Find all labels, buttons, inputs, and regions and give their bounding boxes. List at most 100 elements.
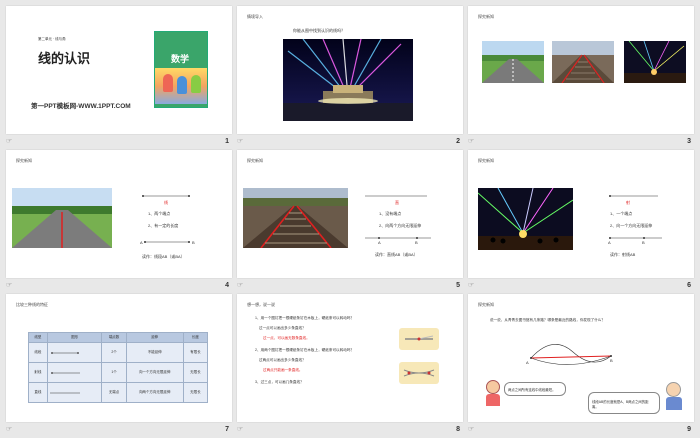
line-figure-cell	[46, 382, 103, 403]
property-2: 2、有一定的长度	[148, 223, 179, 228]
slide-thumbnail-3[interactable]: 探究新知 ☞ 3	[468, 6, 694, 145]
section-label: 探究新知	[478, 158, 494, 163]
point-a-label: A	[378, 240, 381, 245]
cell: 无限长	[182, 382, 209, 403]
property-2: 2、向两个方向无限延伸	[379, 223, 422, 228]
section-label: 想一想，说一说	[247, 302, 275, 307]
slide-thumbnail-7[interactable]: 比较三种线的特征 线型 图形 端点数 延伸 长度 线段 2个 不能延伸 有限长 …	[6, 294, 232, 433]
cell: 有限长	[182, 342, 209, 363]
slide-icon: ☞	[468, 138, 475, 145]
cell: 射线	[28, 362, 48, 383]
point-b-label: B	[642, 240, 645, 245]
header-cell: 延伸	[125, 332, 184, 343]
railway-photo	[552, 41, 614, 83]
point-b-label: B	[610, 358, 613, 363]
cell: 直线	[28, 382, 48, 403]
reading-caption: 读作：线段AB（或BA）	[142, 254, 185, 259]
slide-thumbnail-2[interactable]: 情境导入 你能从图中找到认识的线吗？ ☞ 2	[237, 6, 463, 145]
cell: 不能延伸	[125, 342, 184, 363]
slide-icon: ☞	[237, 426, 244, 433]
laser-show-photo	[624, 41, 686, 83]
speech-bubble-girl: 两点之间所有连线中线段最短。	[504, 382, 566, 396]
slide-thumbnail-6[interactable]: 探究新知 射 1、一个端点 2、向一个方向无限延伸 A B 读作：射线AB ☞ …	[468, 150, 694, 289]
slide-number: 8	[456, 426, 460, 433]
table-row: 直线 无端点 向两个方向无限延伸 无限长	[28, 382, 209, 403]
section-label: 探究新知	[16, 158, 32, 163]
bubble-text: 两点之间所有连线中线段最短。	[508, 388, 556, 392]
slide-number: 5	[456, 282, 460, 289]
reading-caption: 读作：直线AB（或BA）	[375, 252, 418, 257]
table-header-row: 线型 图形 端点数 延伸 长度	[28, 332, 209, 343]
question-2: 2、用两个图钉把一根硬纸条钉在木板上，硬纸条可以转动吗？	[255, 348, 355, 352]
term-label: 线	[164, 200, 168, 205]
term-label: 直	[395, 200, 399, 205]
question-3: 3、过三点，可以画几条直线？	[255, 380, 304, 384]
lesson-title: 线的认识	[38, 51, 91, 66]
slide-thumbnail-4[interactable]: 探究新知 线 1、两个端点 2、有一定的长度 A B 读作：线段AB（或BA） …	[6, 150, 232, 289]
cell: 1个	[101, 362, 127, 383]
cell: 2个	[101, 342, 127, 363]
cell: 无限长	[182, 362, 209, 383]
question-text: 你能从图中找到认识的线吗？	[293, 28, 345, 33]
line-ab	[365, 237, 431, 239]
textbook-cover: 数学	[154, 31, 208, 108]
header-cell: 长度	[182, 332, 209, 343]
slide-thumbnail-9[interactable]: 探究新知 说一说，从青青去图书馆有几条路？哪条是最近的路线，你发现了什么？ A …	[468, 294, 694, 433]
comparison-table: 线型 图形 端点数 延伸 长度 线段 2个 不能延伸 有限长 射线 1个 向一个…	[28, 332, 209, 403]
point-b-label: B	[192, 240, 195, 245]
slide-number: 4	[225, 282, 229, 289]
slide-icon: ☞	[468, 426, 475, 433]
ray-diagram-top	[609, 195, 658, 197]
bubble-text: 线段AB的长度就是A、B两点之间的距离。	[592, 400, 649, 409]
answer-2: 过两点只能画一条直线。	[263, 368, 303, 372]
property-1: 1、没有端点	[379, 211, 402, 216]
road-photo	[12, 188, 112, 248]
ray-figure-cell	[46, 362, 103, 383]
section-label: 比较三种线的特征	[16, 302, 48, 307]
slide-number: 7	[225, 426, 229, 433]
slide-number: 3	[687, 138, 691, 145]
segment-ab	[144, 241, 190, 243]
point-a-label: A	[526, 360, 529, 365]
point-a-label: A	[608, 240, 611, 245]
question-2-sub: 过两点可以画出多少条直线？	[259, 358, 306, 362]
unit-label: 第二单元 · 线与角	[38, 37, 66, 41]
header-cell: 图形	[46, 332, 103, 343]
segment-figure-cell	[46, 342, 103, 363]
slide-thumbnail-8[interactable]: 想一想，说一说 1、用一个图钉把一根硬纸条钉在木板上，硬纸条可以转动吗？ 过一点…	[237, 294, 463, 433]
slide-number: 1	[225, 138, 229, 145]
railway-photo	[243, 188, 348, 248]
property-1: 1、一个端点	[610, 211, 633, 216]
slide-number: 6	[687, 282, 691, 289]
slide-thumbnail-5[interactable]: 探究新知 直 1、没有端点 2、向两个方向无限延伸 A B 读作：直线AB（或B…	[237, 150, 463, 289]
answer-1: 过一点，可以画无数条直线。	[263, 336, 310, 340]
table-row: 线段 2个 不能延伸 有限长	[28, 342, 209, 363]
point-b-label: B	[415, 240, 418, 245]
ray-ab	[609, 237, 662, 239]
cell: 向一个方向无限延伸	[125, 362, 184, 383]
property-1: 1、两个端点	[148, 211, 171, 216]
slide-icon: ☞	[6, 282, 13, 289]
slide-thumbnail-1[interactable]: 第二单元 · 线与角 线的认识 第一PPT模板网-WWW.1PPT.COM 数学…	[6, 6, 232, 145]
segment-diagram-top	[142, 195, 190, 197]
slide-number: 2	[456, 138, 460, 145]
line-diagram-top	[365, 195, 427, 197]
pinned-strip-image-2	[399, 362, 439, 384]
cell: 无端点	[101, 382, 127, 403]
laser-show-photo	[478, 188, 573, 250]
slide-icon: ☞	[6, 426, 13, 433]
section-label: 探究新知	[478, 14, 494, 19]
question-1-sub: 过一点可以画出多少条直线？	[259, 326, 306, 330]
reading-caption: 读作：射线AB	[610, 252, 636, 257]
speech-bubble-grandpa: 线段AB的长度就是A、B两点之间的距离。	[588, 392, 660, 414]
slide-icon: ☞	[237, 282, 244, 289]
point-a-label: A	[140, 240, 143, 245]
night-light-show-photo	[283, 39, 413, 121]
section-label: 探究新知	[478, 302, 494, 307]
site-watermark: 第一PPT模板网-WWW.1PPT.COM	[31, 103, 131, 110]
pinned-strip-image-1	[399, 328, 439, 350]
paths-diagram	[530, 344, 612, 365]
question-1: 1、用一个图钉把一根硬纸条钉在木板上，硬纸条可以转动吗？	[255, 316, 355, 320]
question-text: 说一说，从青青去图书馆有几条路？哪条是最近的路线，你发现了什么？	[490, 318, 605, 322]
cell: 线段	[28, 342, 48, 363]
